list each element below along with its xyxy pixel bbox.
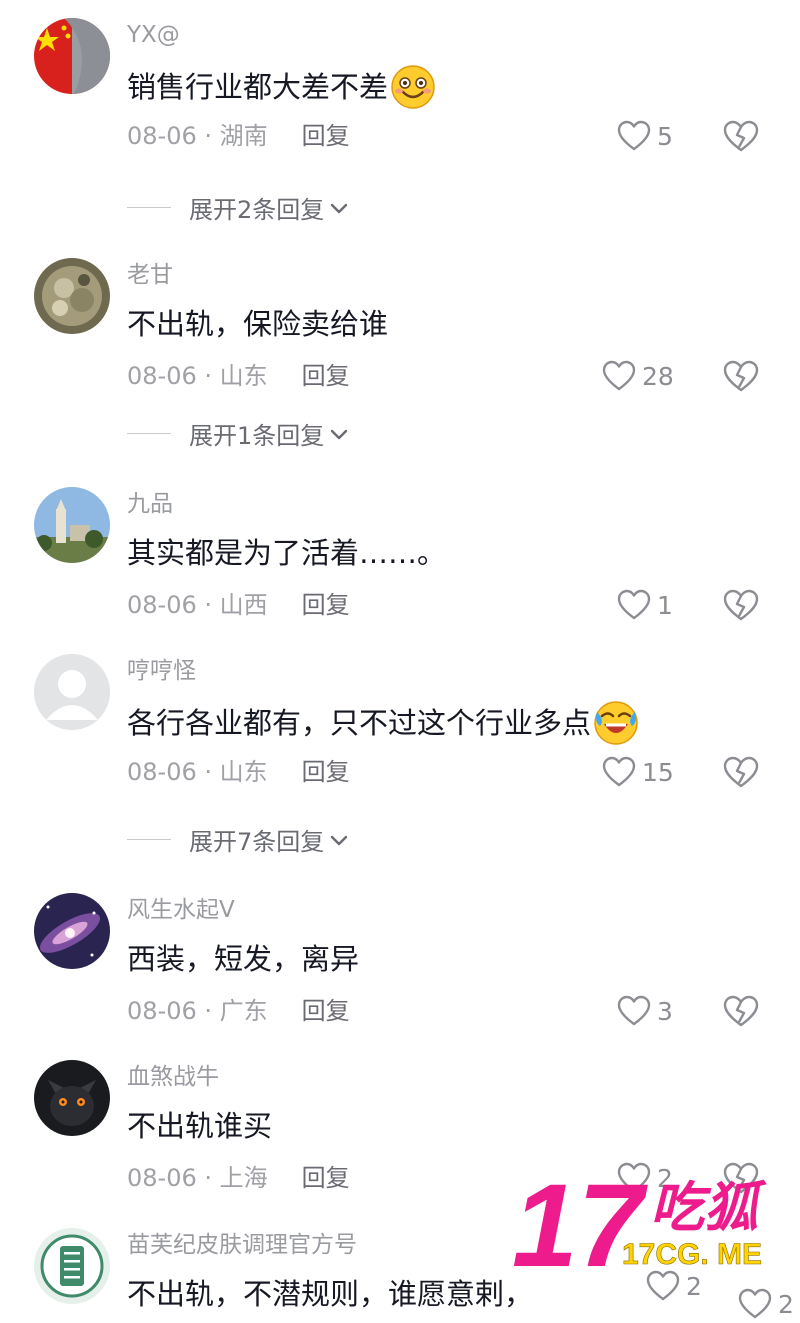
comment-text: 不出轨，不潜规则，谁愿意剌， bbox=[127, 1274, 533, 1314]
comment-location: 山东 bbox=[219, 362, 268, 390]
comment-meta: 08-06 · 山西 回复 bbox=[127, 591, 350, 619]
watermark-title: 吃狐 bbox=[650, 1176, 767, 1239]
comment-text: 不出轨，保险卖给谁 bbox=[127, 304, 388, 344]
reply-button[interactable]: 回复 bbox=[302, 997, 350, 1025]
like-button[interactable]: 3 bbox=[617, 993, 673, 1029]
expand-replies-label: 展开1条回复 bbox=[189, 422, 325, 450]
comment-location: 湖南 bbox=[219, 122, 268, 150]
like-button[interactable]: 5 bbox=[617, 118, 673, 154]
comment-text: 各行各业都有，只不过这个行业多点 bbox=[127, 700, 639, 746]
comment-text-content: 不出轨，不潜规则，谁愿意剌， bbox=[127, 1277, 534, 1311]
comment-date: 08-06 bbox=[127, 997, 197, 1025]
comment-location: 广东 bbox=[219, 997, 268, 1025]
divider bbox=[127, 839, 171, 840]
comment-meta: 08-06 · 广东 回复 bbox=[127, 997, 350, 1025]
watermark-url: 17CG. ME bbox=[622, 1238, 762, 1271]
comment-text-content: 各行各业都有，只不过这个行业多点 bbox=[127, 706, 592, 740]
broken-heart-icon[interactable] bbox=[722, 359, 760, 393]
username[interactable]: 风生水起V bbox=[127, 893, 235, 927]
reply-button[interactable]: 回复 bbox=[302, 122, 350, 150]
avatar[interactable] bbox=[34, 893, 110, 969]
comment-meta: 08-06 · 湖南 回复 bbox=[127, 122, 350, 150]
comment-text: 其实都是为了活着……。 bbox=[127, 533, 446, 573]
heart-icon bbox=[738, 1288, 772, 1319]
comment-location: 上海 bbox=[219, 1164, 268, 1192]
divider bbox=[127, 207, 171, 208]
heart-icon bbox=[617, 589, 651, 620]
comment-meta: 08-06 · 上海 回复 bbox=[127, 1164, 350, 1192]
heart-icon bbox=[617, 995, 651, 1026]
divider bbox=[127, 433, 171, 434]
avatar[interactable] bbox=[34, 654, 110, 730]
expand-replies-label: 展开7条回复 bbox=[189, 828, 325, 856]
username[interactable]: 老甘 bbox=[127, 258, 173, 292]
expand-replies-label: 展开2条回复 bbox=[189, 196, 325, 224]
comment-date: 08-06 bbox=[127, 122, 197, 150]
comment-date: 08-06 bbox=[127, 1164, 197, 1192]
username[interactable]: 苗芙纪皮肤调理官方号 bbox=[127, 1228, 357, 1262]
chevron-down-icon bbox=[331, 429, 348, 439]
avatar[interactable] bbox=[34, 487, 110, 563]
expand-replies-button[interactable]: 展开1条回复 bbox=[127, 416, 350, 451]
comment-location: 山东 bbox=[219, 758, 268, 786]
like-count: 3 bbox=[657, 996, 673, 1026]
username[interactable]: YX@ bbox=[127, 18, 180, 52]
reply-button[interactable]: 回复 bbox=[302, 362, 350, 390]
reply-button[interactable]: 回复 bbox=[302, 758, 350, 786]
like-count: 15 bbox=[642, 757, 674, 787]
avatar[interactable] bbox=[34, 18, 110, 94]
heart-icon bbox=[617, 120, 651, 151]
comment-date: 08-06 bbox=[127, 591, 197, 619]
chevron-down-icon bbox=[331, 203, 348, 213]
comment-text-content: 不出轨，保险卖给谁 bbox=[127, 307, 389, 341]
like-button[interactable]: 28 bbox=[602, 358, 674, 394]
comment-text-content: 不出轨谁买 bbox=[127, 1109, 273, 1143]
expand-replies-button[interactable]: 展开2条回复 bbox=[127, 190, 350, 225]
comment-text: 西装，短发，离异 bbox=[127, 939, 359, 979]
reply-button[interactable]: 回复 bbox=[302, 591, 350, 619]
expand-replies-button[interactable]: 展开7条回复 bbox=[127, 822, 350, 857]
like-count: 5 bbox=[657, 121, 673, 151]
like-count: 1 bbox=[657, 590, 673, 620]
comment-location: 山西 bbox=[219, 591, 268, 619]
like-count: 2 bbox=[778, 1289, 794, 1319]
like-count: 28 bbox=[642, 361, 674, 391]
laugh-cry-emoji bbox=[594, 701, 638, 745]
broken-heart-icon[interactable] bbox=[722, 119, 760, 153]
username[interactable]: 哼哼怪 bbox=[127, 654, 196, 688]
chevron-down-icon bbox=[331, 835, 348, 845]
avatar[interactable] bbox=[34, 1060, 110, 1136]
username[interactable]: 血煞战牛 bbox=[127, 1060, 219, 1094]
broken-heart-icon[interactable] bbox=[722, 994, 760, 1028]
like-button[interactable]: 2 bbox=[738, 1286, 794, 1322]
comment-meta: 08-06 · 山东 回复 bbox=[127, 362, 350, 390]
smile-emoji bbox=[391, 65, 435, 109]
comment-meta: 08-06 · 山东 回复 bbox=[127, 758, 350, 786]
heart-icon bbox=[602, 756, 636, 787]
username[interactable]: 九品 bbox=[127, 487, 173, 521]
avatar[interactable] bbox=[34, 258, 110, 334]
broken-heart-icon[interactable] bbox=[722, 755, 760, 789]
comment-text: 销售行业都大差不差 bbox=[127, 64, 436, 110]
comment-text-content: 西装，短发，离异 bbox=[127, 942, 360, 976]
site-watermark-logo: 17 吃狐 17CG. ME bbox=[512, 1168, 767, 1278]
comment-text-content: 其实都是为了活着……。 bbox=[127, 536, 447, 570]
broken-heart-icon[interactable] bbox=[722, 588, 760, 622]
comment-date: 08-06 bbox=[127, 758, 197, 786]
heart-icon bbox=[602, 360, 636, 391]
like-button[interactable]: 1 bbox=[617, 587, 673, 623]
comment-text-content: 销售行业都大差不差 bbox=[127, 70, 389, 104]
like-button[interactable]: 15 bbox=[602, 754, 674, 790]
comment-text: 不出轨谁买 bbox=[127, 1106, 272, 1146]
comment-date: 08-06 bbox=[127, 362, 197, 390]
avatar[interactable] bbox=[34, 1228, 110, 1304]
reply-button[interactable]: 回复 bbox=[302, 1164, 350, 1192]
